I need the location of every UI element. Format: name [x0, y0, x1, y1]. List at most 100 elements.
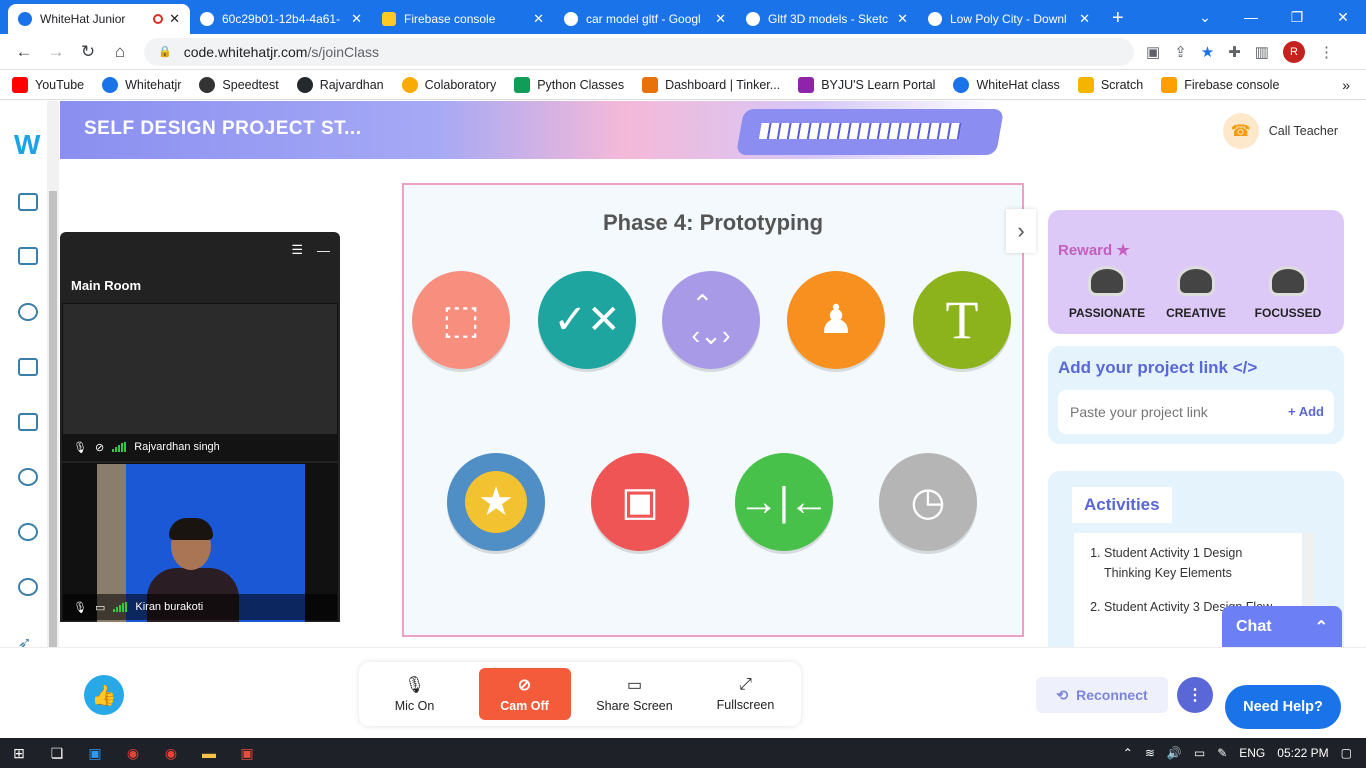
- snowflake-icon[interactable]: [18, 578, 38, 596]
- side-panel-icon[interactable]: ▥: [1255, 43, 1269, 61]
- share-screen-button[interactable]: ▭ Share Screen: [588, 668, 682, 720]
- app-icon[interactable]: ▣: [228, 745, 266, 762]
- share-icon[interactable]: ⇪: [1174, 43, 1187, 61]
- language-indicator[interactable]: ENG: [1239, 746, 1265, 760]
- pen-icon[interactable]: ✎: [1217, 746, 1227, 760]
- new-tab-button[interactable]: +: [1100, 7, 1136, 34]
- tab-activities[interactable]: Activities: [1072, 487, 1172, 523]
- badge-focussed[interactable]: FOCUSSED: [1243, 266, 1333, 320]
- next-slide-button[interactable]: ›: [1006, 209, 1036, 253]
- cap-icon: [1088, 266, 1126, 296]
- document-icon[interactable]: [18, 413, 38, 431]
- profile-avatar[interactable]: R: [1282, 40, 1305, 63]
- back-arrow-icon[interactable]: ←: [8, 42, 40, 62]
- tab-low-poly-city[interactable]: Low Poly City - Downl ✕: [918, 4, 1100, 34]
- close-tab-icon[interactable]: ✕: [533, 11, 544, 27]
- minimize-panel-icon[interactable]: —: [317, 243, 330, 258]
- call-teacher-button[interactable]: ☎ Call Teacher: [1222, 113, 1338, 149]
- book-icon[interactable]: [18, 247, 38, 265]
- call-teacher-label: Call Teacher: [1268, 124, 1338, 138]
- close-tab-icon[interactable]: ✕: [351, 11, 362, 27]
- more-bookmarks-icon[interactable]: »: [1342, 77, 1350, 93]
- bookmark-youtube[interactable]: YouTube: [12, 76, 85, 93]
- badge-passionate[interactable]: PASSIONATE: [1062, 266, 1152, 320]
- need-help-button[interactable]: Need Help?: [1225, 685, 1341, 729]
- layout-toggle-icon[interactable]: ☰: [291, 242, 303, 258]
- close-tab-icon[interactable]: ✕: [897, 11, 908, 27]
- bookmark-rajvardhan[interactable]: Rajvardhan: [296, 76, 384, 93]
- participant-name: Kiran burakoti: [135, 601, 204, 613]
- desktop-app-icon[interactable]: ▣: [76, 745, 114, 762]
- tab-whitehat-junior[interactable]: WhiteHat Junior ✕: [8, 4, 190, 34]
- browser-menu-icon[interactable]: ⋮: [1319, 43, 1334, 61]
- emoji-icon[interactable]: [18, 468, 38, 486]
- close-tab-icon[interactable]: ✕: [169, 11, 180, 27]
- chrome-profile-icon[interactable]: ◉: [152, 745, 190, 762]
- bookmark-speedtest[interactable]: Speedtest: [199, 76, 279, 93]
- chrome-icon[interactable]: ◉: [114, 745, 152, 762]
- browser-tab-bar: WhiteHat Junior ✕ 60c29b01-12b4-4a61- ✕ …: [0, 0, 1366, 34]
- close-window-icon[interactable]: ✕: [1320, 9, 1366, 26]
- bookmark-scratch[interactable]: Scratch: [1077, 76, 1143, 93]
- battery-icon[interactable]: ▭: [1194, 746, 1205, 760]
- colab-icon: [401, 76, 418, 93]
- camera-button[interactable]: ⊘ Cam Off: [478, 668, 571, 720]
- add-project-link-button[interactable]: + Add: [1288, 404, 1324, 419]
- wifi-icon[interactable]: ≋: [1145, 746, 1155, 760]
- windows-start-icon[interactable]: ⊞: [0, 745, 38, 762]
- bookmark-label: YouTube: [35, 77, 85, 92]
- fullscreen-button[interactable]: ⤢ Fullscreen: [699, 668, 793, 720]
- bookmark-label: Dashboard | Tinker...: [665, 77, 781, 92]
- class-banner: SELF DESIGN PROJECT ST... ☎ Call Teacher: [60, 101, 1366, 159]
- tab-firebase[interactable]: Firebase console ✕: [372, 4, 554, 34]
- forward-arrow-icon[interactable]: →: [40, 42, 72, 62]
- whitehat-icon: [953, 76, 970, 93]
- mic-button[interactable]: 🎙 Mic On: [368, 668, 462, 720]
- class-notes-icon[interactable]: [18, 193, 38, 211]
- tray-expand-icon[interactable]: ⌃: [1123, 746, 1133, 760]
- bookmark-whitehat-class[interactable]: WhiteHat class: [953, 76, 1060, 93]
- task-view-icon[interactable]: ❏: [38, 745, 76, 762]
- signal-strength-icon: [113, 602, 128, 612]
- bookmark-byjus[interactable]: BYJU'S Learn Portal: [798, 76, 935, 93]
- tab-google-search[interactable]: car model gltf - Googl ✕: [554, 4, 736, 34]
- video-panel: ☰ — Main Room 🎙 ⊘ Rajvardhan singh 🎙 ▭ K…: [60, 232, 340, 622]
- more-options-button[interactable]: ⋮: [1177, 677, 1213, 713]
- bookmark-colaboratory[interactable]: Colaboratory: [401, 76, 496, 93]
- text-frame-icon: T: [913, 271, 1011, 369]
- github-icon: [296, 76, 313, 93]
- molecule-icon[interactable]: [18, 303, 38, 321]
- restore-icon[interactable]: ❐: [1274, 9, 1320, 26]
- reload-icon[interactable]: ↻: [72, 42, 104, 62]
- minimize-icon[interactable]: —: [1228, 9, 1274, 25]
- bookmark-tinkercad[interactable]: Dashboard | Tinker...: [642, 76, 781, 93]
- camera-in-use-icon[interactable]: ▣: [1146, 43, 1160, 61]
- thumbs-up-button[interactable]: 👍: [84, 675, 124, 715]
- clock[interactable]: 05:22 PM: [1277, 746, 1328, 760]
- reconnect-button[interactable]: ⟲ Reconnect: [1036, 677, 1168, 713]
- volume-icon[interactable]: 🔊: [1167, 746, 1182, 760]
- notebook-icon[interactable]: [18, 358, 38, 376]
- tab-sketchfab-gltf[interactable]: Gltf 3D models - Sketc ✕: [736, 4, 918, 34]
- close-tab-icon[interactable]: ✕: [1079, 11, 1090, 27]
- extensions-puzzle-icon[interactable]: ✚: [1228, 43, 1241, 61]
- url-field[interactable]: 🔒 code.whitehatjr.com /s/joinClass: [144, 37, 1134, 66]
- file-explorer-icon[interactable]: ▬: [190, 745, 228, 761]
- wireframe-box-icon: ⬚: [412, 271, 510, 369]
- bookmark-whitehatjr[interactable]: Whitehatjr: [102, 76, 181, 93]
- bookmark-star-icon[interactable]: ★: [1201, 43, 1214, 61]
- cap-icon: [1177, 266, 1215, 296]
- list-item[interactable]: Student Activity 1 Design Thinking Key E…: [1104, 543, 1290, 583]
- close-tab-icon[interactable]: ✕: [715, 11, 726, 27]
- cam-label: Cam Off: [500, 699, 549, 713]
- lightning-icon[interactable]: [18, 523, 38, 541]
- chat-toggle[interactable]: Chat ⌃: [1222, 606, 1342, 648]
- notifications-icon[interactable]: ▢: [1341, 746, 1352, 760]
- badge-creative[interactable]: CREATIVE: [1151, 266, 1241, 320]
- tab-search-icon[interactable]: ⌄: [1182, 9, 1228, 26]
- bookmark-firebase[interactable]: Firebase console: [1161, 76, 1279, 93]
- bookmark-python-classes[interactable]: Python Classes: [514, 76, 624, 93]
- tab-uuid[interactable]: 60c29b01-12b4-4a61- ✕: [190, 4, 372, 34]
- home-icon[interactable]: ⌂: [104, 42, 136, 62]
- sidebar-scroll-thumb[interactable]: [49, 191, 57, 711]
